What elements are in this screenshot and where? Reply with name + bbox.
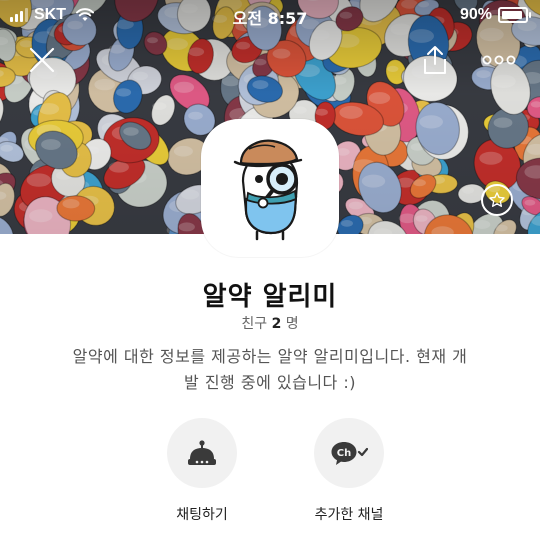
pill-highlight <box>493 117 513 128</box>
more-icon <box>482 55 516 65</box>
chat-button-circle[interactable] <box>167 418 237 488</box>
friends-number: 2 <box>271 316 282 332</box>
pill-highlight <box>413 179 426 187</box>
channel-added-icon: Ch <box>331 442 368 465</box>
pill-highlight <box>108 161 129 173</box>
pill-detective-mascot <box>233 139 303 241</box>
pill-highlight <box>94 78 115 91</box>
pill-highlight <box>188 47 205 57</box>
pill-highlight <box>38 103 60 115</box>
pill-highlight <box>462 186 475 194</box>
pill-highlight <box>491 74 516 89</box>
battery-fill <box>502 11 522 19</box>
pill-highlight <box>341 220 353 227</box>
profile-name: 알약 알리미 <box>202 282 338 312</box>
pill-highlight <box>361 174 386 188</box>
pill-highlight <box>293 106 307 114</box>
pill-highlight <box>348 201 363 210</box>
pill-highlight <box>473 220 491 229</box>
pill-highlight <box>387 65 399 72</box>
more-button[interactable] <box>482 50 516 70</box>
pill-highlight <box>254 58 267 66</box>
pill-highlight <box>415 215 428 222</box>
pill-highlight <box>41 139 61 150</box>
pill-highlight <box>315 108 328 116</box>
profile-description: 알약에 대한 정보를 제공하는 알약 알리미입니다. 현재 개 발 진행 중에 … <box>40 344 500 396</box>
close-button[interactable] <box>28 46 56 74</box>
status-right: 90% <box>459 6 531 24</box>
friends-unit: 명 <box>285 316 299 332</box>
chat-bot-icon <box>188 440 216 465</box>
chat-button-label: 채팅하기 <box>176 507 228 523</box>
added-channel-button[interactable]: Ch 추가한 채널 <box>289 418 409 524</box>
close-icon <box>29 47 55 73</box>
pill-highlight <box>173 145 193 157</box>
description-line-2: 발 진행 중에 있습니다 :) <box>184 373 356 392</box>
pill-highlight <box>524 199 536 206</box>
pill-highlight <box>147 37 158 44</box>
pill-highlight <box>495 224 508 232</box>
battery-icon <box>498 7 531 23</box>
pill-highlight <box>476 70 491 79</box>
pill-shape <box>56 195 96 222</box>
pill-highlight <box>132 71 148 81</box>
friends-label: 친구 <box>241 316 268 332</box>
share-icon <box>424 46 446 74</box>
chat-button[interactable]: 채팅하기 <box>142 418 262 524</box>
pill-highlight <box>419 115 444 129</box>
pill-highlight <box>123 127 139 136</box>
battery-percent: 90% <box>459 6 492 23</box>
description-line-1: 알약에 대한 정보를 제공하는 알약 알리미입니다. 현재 개 <box>72 347 468 366</box>
pill-highlight <box>339 105 363 119</box>
pill-highlight <box>0 144 13 152</box>
star-icon <box>489 192 505 207</box>
added-channel-circle[interactable]: Ch <box>314 418 384 488</box>
pill-highlight <box>166 38 188 50</box>
pill-highlight <box>152 102 167 110</box>
pill-highlight <box>62 199 80 209</box>
status-bar: SKT 오전 8:57 90% <box>0 0 540 32</box>
pill-highlight <box>368 92 391 104</box>
pill-highlight <box>178 222 195 232</box>
share-button[interactable] <box>420 44 450 76</box>
pill-highlight <box>479 151 503 165</box>
pill-highlight <box>252 80 269 90</box>
pill-highlight <box>181 189 200 200</box>
added-channel-label: 추가한 채널 <box>314 507 384 523</box>
favorite-button[interactable] <box>481 184 513 216</box>
pill-highlight <box>272 48 291 59</box>
pill-highlight <box>26 173 51 187</box>
channel-badge-text: Ch <box>337 448 351 459</box>
pill-highlight <box>173 81 195 93</box>
pill-highlight <box>236 41 251 50</box>
profile-avatar[interactable] <box>201 119 339 257</box>
pill-highlight <box>116 88 132 97</box>
pill-highlight <box>188 111 203 120</box>
friends-count: 친구 2 명 <box>0 313 540 333</box>
pill-highlight <box>29 209 53 223</box>
